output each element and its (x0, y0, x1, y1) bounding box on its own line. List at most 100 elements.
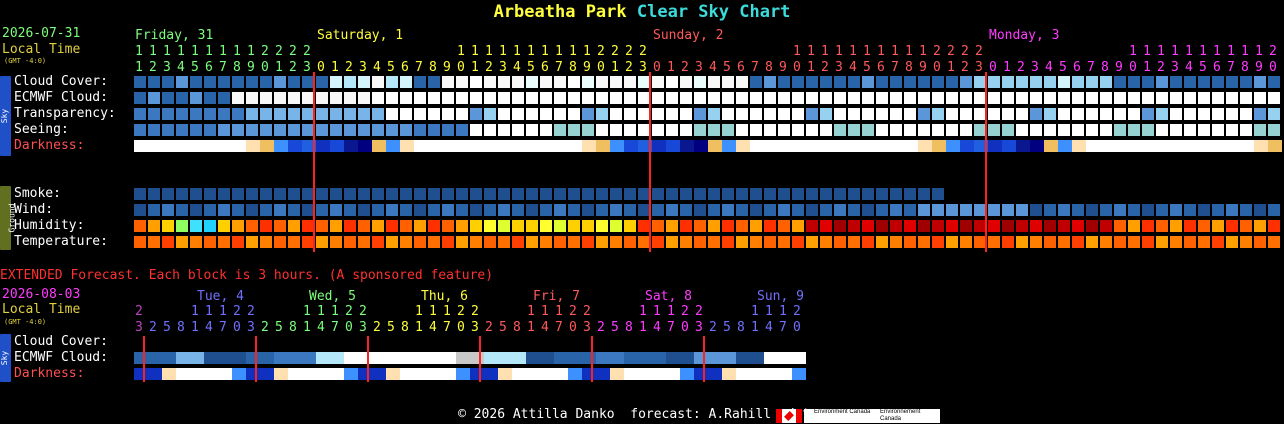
darkness-block (190, 140, 204, 152)
ecmwf-cloud-block (470, 92, 482, 104)
seeing-block (1226, 124, 1238, 136)
darkness-block (344, 140, 358, 152)
extended-ecmwf-block (134, 352, 148, 364)
extended-hour-units: 7 (667, 320, 675, 335)
extended-ecmwf-block (722, 352, 736, 364)
temperature-block (148, 236, 160, 248)
temperature-block (526, 236, 538, 248)
ecmwf-cloud-block (358, 92, 370, 104)
extended-ecmwf-block (736, 352, 750, 364)
temperature-block (358, 236, 370, 248)
temperature-block (246, 236, 258, 248)
wind-block (414, 204, 426, 216)
transparency-block (1072, 108, 1084, 120)
ecmwf-cloud-block (400, 92, 412, 104)
ecmwf-cloud-block (1198, 92, 1210, 104)
seeing-block (638, 124, 650, 136)
temperature-block (1240, 236, 1252, 248)
wind-block (1128, 204, 1140, 216)
cloud-cover-block (260, 76, 272, 88)
seeing-block (456, 124, 468, 136)
temperature-block (400, 236, 412, 248)
extended-darkness-block (498, 368, 512, 380)
transparency-block (442, 108, 454, 120)
ecmwf-cloud-block (218, 92, 230, 104)
temperature-block (554, 236, 566, 248)
humidity-block (792, 220, 804, 232)
cloud-cover-block (246, 76, 258, 88)
cloud-cover-block (1254, 76, 1266, 88)
seeing-block (806, 124, 818, 136)
cloud-cover-block (442, 76, 454, 88)
hour-tens: 1 (1213, 44, 1221, 59)
transparency-block (372, 108, 384, 120)
temperature-block (876, 236, 888, 248)
hour-tens: 1 (219, 44, 227, 59)
humidity-block (974, 220, 986, 232)
extended-hour-units: 4 (429, 320, 437, 335)
cloud-cover-block (344, 76, 356, 88)
ecmwf-cloud-block (1128, 92, 1140, 104)
hour-units: 4 (849, 60, 857, 75)
wind-block (470, 204, 482, 216)
extended-hour-units: 8 (401, 320, 409, 335)
extended-hour-tens: 2 (569, 304, 577, 319)
extended-hour-tens: 1 (303, 304, 311, 319)
smoke-block (848, 188, 860, 200)
darkness-block (1128, 140, 1142, 152)
wind-block (1086, 204, 1098, 216)
hour-units: 5 (1059, 60, 1067, 75)
transparency-block (428, 108, 440, 120)
footer-text: © 2026 Attilla Danko forecast: A.Rahill … (458, 407, 826, 422)
seeing-block (1170, 124, 1182, 136)
humidity-block (666, 220, 678, 232)
humidity-block (1142, 220, 1154, 232)
cloud-cover-block (134, 76, 146, 88)
transparency-block (134, 108, 146, 120)
canada-flag-icon (776, 409, 802, 423)
extended-hour-units: 3 (471, 320, 479, 335)
humidity-block (442, 220, 454, 232)
wind-block (708, 204, 720, 216)
temperature-block (456, 236, 468, 248)
temperature-block (694, 236, 706, 248)
temperature-block (666, 236, 678, 248)
smoke-block (400, 188, 412, 200)
wind-block (834, 204, 846, 216)
transparency-block (218, 108, 230, 120)
ecmwf-cloud-block (1142, 92, 1154, 104)
cloud-cover-block (1142, 76, 1154, 88)
transparency-block (260, 108, 272, 120)
seeing-block (134, 124, 146, 136)
darkness-block (666, 140, 680, 152)
cloud-cover-block (1226, 76, 1238, 88)
hour-units: 4 (709, 60, 717, 75)
cloud-cover-block (316, 76, 328, 88)
ecmwf-cloud-block (596, 92, 608, 104)
humidity-block (148, 220, 160, 232)
darkness-block (372, 140, 386, 152)
transparency-block (568, 108, 580, 120)
ecmwf-cloud-block (1030, 92, 1042, 104)
darkness-block (750, 140, 764, 152)
hour-tens: 2 (261, 44, 269, 59)
darkness-block (316, 140, 330, 152)
humidity-block (582, 220, 594, 232)
extended-hour-tens: 2 (345, 304, 353, 319)
darkness-block (484, 140, 498, 152)
hour-tens: 1 (891, 44, 899, 59)
extended-ecmwf-block (470, 352, 484, 364)
hour-tens: 1 (807, 44, 815, 59)
smoke-block (792, 188, 804, 200)
ecmwf-cloud-block (862, 92, 874, 104)
wind-block (722, 204, 734, 216)
temperature-block (176, 236, 188, 248)
temperature-block (778, 236, 790, 248)
ecmwf-cloud-block (1114, 92, 1126, 104)
hour-tens: 2 (639, 44, 647, 59)
hour-tens: 1 (863, 44, 871, 59)
extended-hour-tens: 1 (751, 304, 759, 319)
cloud-cover-block (1016, 76, 1028, 88)
wind-block (862, 204, 874, 216)
extended-ecmwf-block (610, 352, 624, 364)
